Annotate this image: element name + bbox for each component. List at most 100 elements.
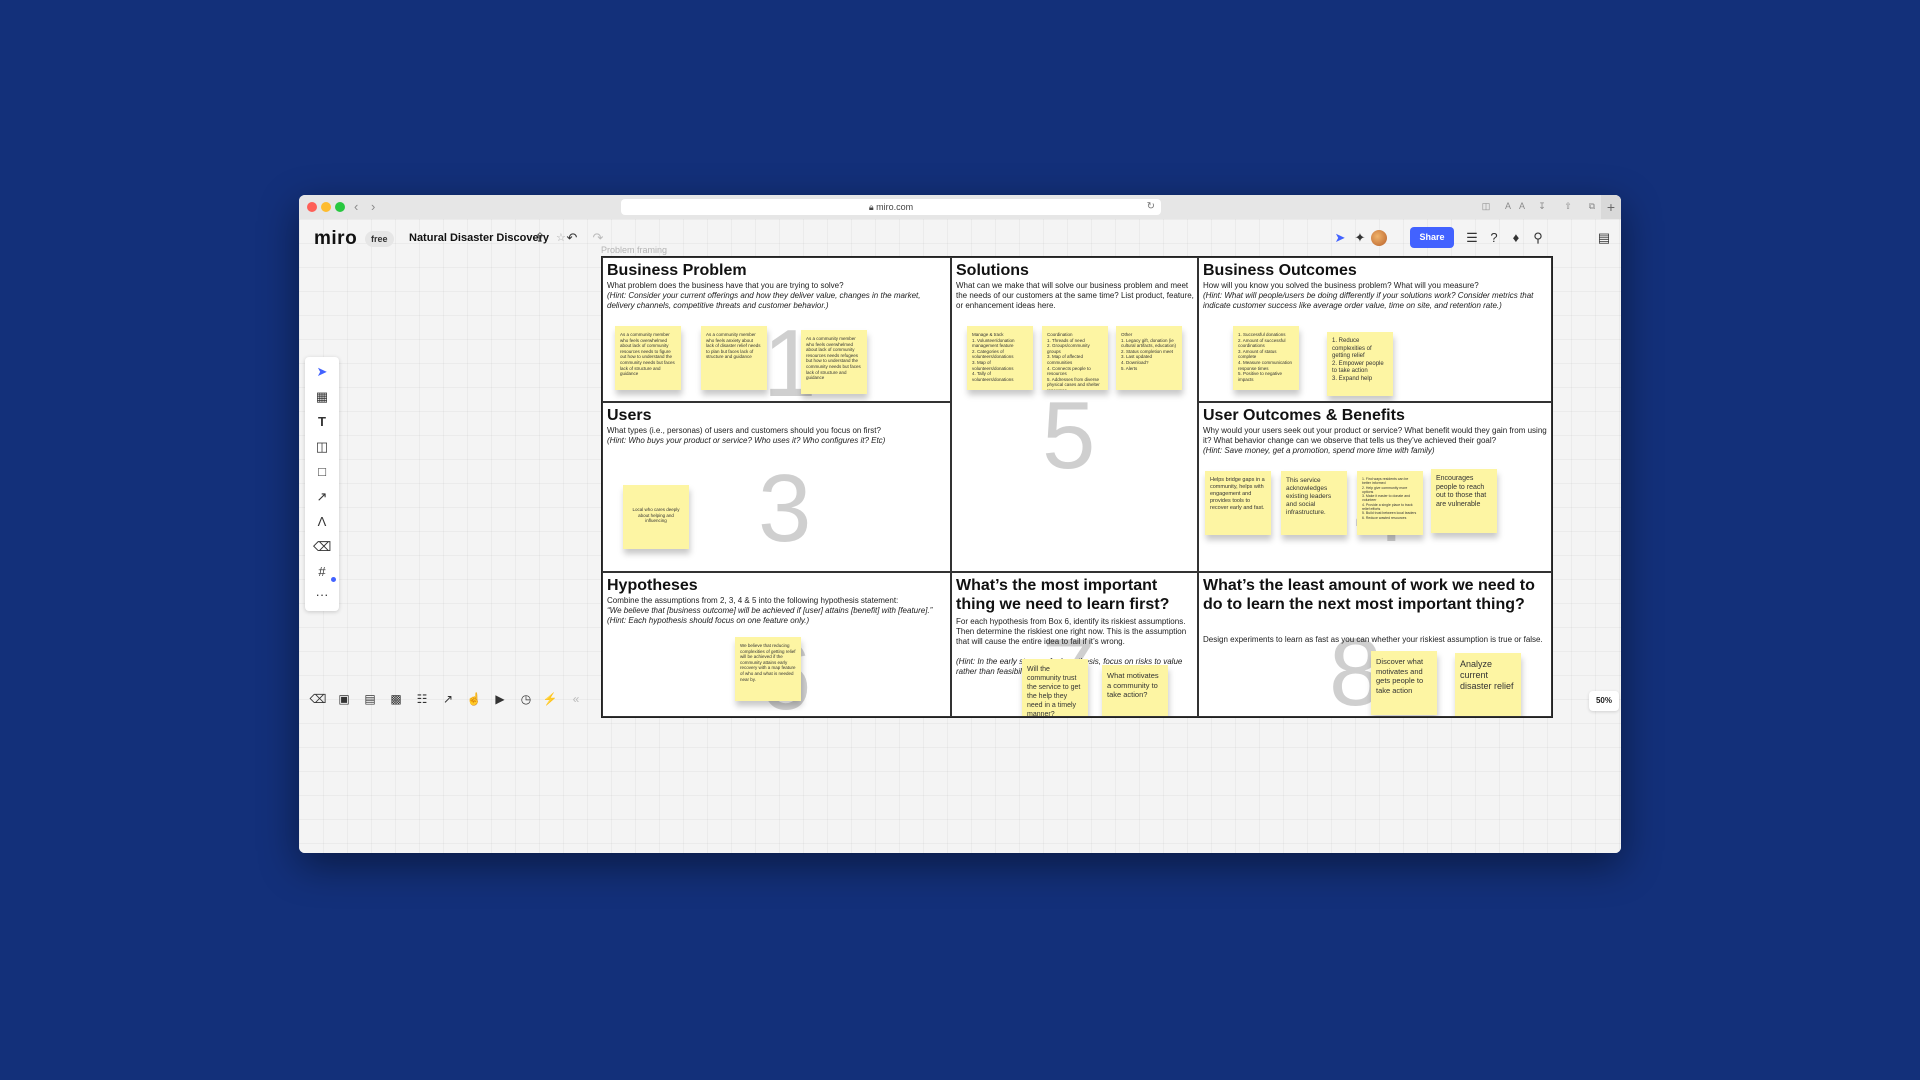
cards-icon[interactable]: ☷: [413, 690, 431, 708]
sticky-note[interactable]: Analyze current disaster relief: [1455, 653, 1521, 716]
cursor-collab-icon[interactable]: ➤: [1331, 229, 1349, 247]
forward-arrow-icon[interactable]: ›: [371, 199, 375, 214]
sticky-note[interactable]: Encourages people to reach out to those …: [1431, 469, 1497, 533]
sticky-note[interactable]: Discover what motivates and gets people …: [1371, 651, 1437, 715]
section-description: How will you know you solved the busines…: [1203, 281, 1534, 310]
sticky-note[interactable]: Other 1. Legacy gift, donation (ie cultu…: [1116, 326, 1182, 390]
board-name[interactable]: Natural Disaster Discovery: [409, 232, 549, 244]
sticky-note[interactable]: As a community member who feels overwhel…: [615, 326, 681, 390]
browser-titlebar: ‹ › 🔒︎ miro.com ↻ ◫ A A ↧ ⇧ ⧉ +: [299, 195, 1621, 220]
left-toolbar: ➤ ▦ T ◫ □ ↗ Λ ⌫ # ···: [305, 357, 339, 611]
sticky-note[interactable]: 1. Reduce complexities of getting relief…: [1327, 332, 1393, 396]
zoom-level[interactable]: 50%: [1589, 691, 1619, 711]
section-learn-first[interactable]: 7 What’s the most important thing we nee…: [951, 572, 1198, 717]
address-text: miro.com: [876, 202, 914, 212]
sidebar-toggle-icon[interactable]: ◫: [1479, 200, 1493, 212]
timer-icon[interactable]: ◷: [517, 690, 535, 708]
sticky-note[interactable]: Will the community trust the service to …: [1022, 659, 1088, 716]
section-title: User Outcomes & Benefits: [1203, 407, 1405, 424]
address-bar[interactable]: 🔒︎ miro.com ↻: [621, 199, 1161, 215]
new-indicator: [331, 577, 336, 582]
sticky-note[interactable]: Helps bridge gaps in a community, helps …: [1205, 471, 1271, 535]
frame-icon[interactable]: ⌫: [313, 538, 331, 556]
notes-panel-icon[interactable]: ▤: [1595, 229, 1613, 247]
sticky-note[interactable]: This service acknowledges existing leade…: [1281, 471, 1347, 535]
text-size-large-icon[interactable]: A: [1515, 200, 1529, 212]
section-description: Design experiments to learn as fast as y…: [1203, 635, 1543, 644]
section-least-work[interactable]: 8 What’s the least amount of work we nee…: [1198, 572, 1552, 717]
bottom-toolbar: ⌫ ▣ ▤ ▩ ☷ ↗ ☝ ▶ ◷ ⚡ «: [305, 686, 580, 712]
frame-label: Problem framing: [601, 245, 668, 255]
section-number: 5: [1042, 382, 1096, 489]
settings-sliders-icon[interactable]: ☰: [1463, 229, 1481, 247]
frames-icon[interactable]: ⌫: [309, 690, 327, 708]
sticky-note[interactable]: Manage & track 1. Volunteer/donation man…: [967, 326, 1033, 390]
sticky-note[interactable]: We believe that reducing complexities of…: [735, 637, 801, 701]
section-solutions[interactable]: 5 Solutions What can we make that will s…: [951, 257, 1198, 572]
section-user-outcomes[interactable]: 4 User Outcomes & Benefits Why would you…: [1198, 402, 1552, 572]
download-icon[interactable]: ↧: [1535, 200, 1549, 212]
celebrate-icon[interactable]: ✦: [1351, 229, 1369, 247]
minimize-window-button[interactable]: [321, 202, 331, 212]
comments-icon[interactable]: ▤: [361, 690, 379, 708]
section-users[interactable]: 3 Users What types (i.e., personas) of u…: [602, 402, 951, 572]
help-icon[interactable]: ?: [1485, 229, 1503, 247]
share-screen-icon[interactable]: ↗: [439, 690, 457, 708]
sticky-note[interactable]: 1. Find ways residents can be better inf…: [1357, 471, 1423, 535]
miro-logo[interactable]: miro: [314, 228, 357, 250]
section-title: Hypotheses: [607, 577, 698, 594]
browser-window: ‹ › 🔒︎ miro.com ↻ ◫ A A ↧ ⇧ ⧉ + miro fre…: [299, 195, 1621, 853]
reactions-icon[interactable]: ☝: [465, 690, 483, 708]
shape-icon[interactable]: □: [313, 463, 331, 481]
cursor-icon[interactable]: ➤: [313, 363, 331, 381]
sticky-note-icon[interactable]: ◫: [313, 438, 331, 456]
board-canvas[interactable]: miro free Natural Disaster Discovery ☆ ⇪…: [299, 219, 1621, 853]
section-description: Combine the assumptions from 2, 3, 4 & 5…: [607, 596, 933, 625]
pen-icon[interactable]: ↗: [313, 488, 331, 506]
search-icon[interactable]: ⚲: [1529, 229, 1547, 247]
section-title: Business Problem: [607, 262, 747, 279]
section-number: 3: [758, 455, 812, 562]
present-icon[interactable]: ▣: [335, 690, 353, 708]
text-size-icon[interactable]: A: [1501, 200, 1515, 212]
back-arrow-icon[interactable]: ‹: [354, 199, 358, 214]
text-icon[interactable]: T: [313, 413, 331, 431]
section-title: What’s the most important thing we need …: [956, 577, 1170, 613]
close-window-button[interactable]: [307, 202, 317, 212]
more-icon[interactable]: ···: [313, 586, 331, 604]
sticky-note[interactable]: As a community member who feels anxiety …: [701, 326, 767, 390]
lean-ux-canvas: 1 Business Problem What problem does the…: [601, 256, 1553, 718]
comment-icon[interactable]: Λ: [313, 513, 331, 531]
lock-icon: 🔒︎: [868, 202, 874, 212]
voting-icon[interactable]: ⚡: [541, 690, 559, 708]
sticky-note[interactable]: Coordination 1. Threads of need 2. Group…: [1042, 326, 1108, 390]
bell-icon[interactable]: ♦: [1507, 229, 1525, 247]
new-tab-icon[interactable]: +: [1601, 195, 1621, 219]
sticky-note[interactable]: Local who cares deeply about helping and…: [623, 485, 689, 549]
tabs-overview-icon[interactable]: ⧉: [1585, 200, 1599, 212]
section-title: Solutions: [956, 262, 1029, 279]
section-description: What can we make that will solve our bus…: [956, 281, 1194, 310]
sticky-note[interactable]: What motivates a community to take actio…: [1102, 665, 1168, 716]
section-business-problem[interactable]: 1 Business Problem What problem does the…: [602, 257, 951, 402]
chat-icon[interactable]: ▩: [387, 690, 405, 708]
share-sheet-icon[interactable]: ⇧: [1561, 200, 1575, 212]
plan-badge: free: [365, 231, 394, 247]
sticky-note[interactable]: As a community member who feels overwhel…: [801, 330, 867, 394]
undo-icon[interactable]: ↶: [563, 229, 581, 247]
section-description: What problem does the business have that…: [607, 281, 921, 310]
share-button[interactable]: Share: [1410, 227, 1454, 248]
templates-icon[interactable]: ▦: [313, 388, 331, 406]
sticky-note[interactable]: 1. Successful donations 2. Amount of suc…: [1233, 326, 1299, 390]
maximize-window-button[interactable]: [335, 202, 345, 212]
collapse-toolbar-icon[interactable]: «: [567, 690, 585, 708]
video-icon[interactable]: ▶: [491, 690, 509, 708]
section-description: Why would your users seek out your produ…: [1203, 426, 1547, 455]
section-business-outcomes[interactable]: Business Outcomes How will you know you …: [1198, 257, 1552, 402]
section-hypotheses[interactable]: 6 Hypotheses Combine the assumptions fro…: [602, 572, 951, 717]
user-avatar[interactable]: [1371, 230, 1387, 246]
reload-icon[interactable]: ↻: [1147, 199, 1155, 215]
export-icon[interactable]: ⇪: [531, 229, 549, 247]
upload-icon[interactable]: #: [313, 563, 331, 581]
section-description: What types (i.e., personas) of users and…: [607, 426, 886, 445]
